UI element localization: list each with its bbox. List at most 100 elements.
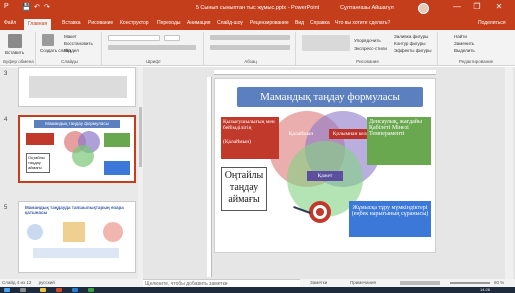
clipboard-group: Вставить Буфер обмена [2,32,36,65]
quick-styles-button[interactable]: Экспресс-стили [354,46,387,51]
font-group: Шрифт [104,32,204,65]
job-market-box[interactable]: Жұмысқа тұру мүмкіндіктері (еңбек нарығы… [349,201,431,237]
shape-outline-button[interactable]: Контур фигуры [394,41,425,46]
zoom-level[interactable]: 60 % [494,280,504,285]
editing-group: Найти Заменить Выделить Редактирование [440,32,512,65]
thumb-box [26,133,54,145]
slide-counter: Слайд 4 из 12 [2,280,32,285]
avatar[interactable] [418,3,429,14]
start-icon[interactable] [4,288,10,292]
user-name[interactable]: Сұлтанғазы Айшагүл [340,5,394,11]
thumb-number: 5 [4,205,8,211]
slide-thumbnail-4[interactable]: Мамандық таңдау формуласы Оңтайлы таңдау… [18,115,136,183]
thumb-number: 3 [4,71,8,77]
view-buttons[interactable] [400,281,440,285]
vertical-ruler [207,77,212,277]
tab-transitions[interactable]: Переходы [157,20,180,26]
thumb-title: Мамандық таңдау формуласы [34,120,120,128]
chrome-icon[interactable] [88,288,94,292]
tab-home[interactable]: Главная [24,19,52,30]
thumb-image [63,222,85,242]
replace-button[interactable]: Заменить [454,41,474,46]
tab-file[interactable]: Файл [4,20,16,26]
layout-button[interactable]: Макет [64,34,77,39]
word-icon[interactable] [72,288,78,292]
close-button[interactable]: ✕ [492,2,506,11]
restore-button[interactable]: ❐ [470,2,484,11]
slide-thumbnails-pane: 3 4 Мамандық таңдау формуласы Оңтайлы та… [0,67,140,279]
powerpoint-icon[interactable] [56,288,62,292]
interest-sub: (Қалаймын) [223,139,252,145]
tab-slideshow[interactable]: Слайд-шоу [217,20,243,26]
font-name-select[interactable] [108,35,160,41]
editing-label: Редактирование [458,59,494,64]
label-want: Қалаймын [288,131,314,137]
notes-toggle-button[interactable]: Заметки [310,280,327,285]
paragraph-group: Абзац [206,32,296,65]
slide-thumbnail-3[interactable] [18,67,136,107]
paste-icon[interactable] [8,34,22,48]
thumb-image [27,224,43,240]
title-bar: P 💾 ↶ ↷ 5 Сынып сыныптан тыс жұмыс.pptx … [0,0,515,18]
status-bar-right: Заметки Примечания 60 % [300,279,515,287]
drawing-group: Упорядочить Экспресс-стили Заливка фигур… [298,32,438,65]
tab-animations[interactable]: Анимация [187,20,210,26]
slide-thumbnail-5[interactable]: Мамандық таңдауда тапшылықтарың өзара қа… [18,201,136,273]
list-buttons[interactable] [210,35,290,40]
thumb-number: 4 [4,117,8,123]
slides-group: Создать слайд Макет Восстановить Раздел … [38,32,102,65]
new-slide-icon[interactable] [42,34,54,46]
tab-design[interactable]: Конструктор [120,20,149,26]
shape-fill-button[interactable]: Заливка фигуры [394,34,428,39]
select-button[interactable]: Выделить [454,48,475,53]
reset-button[interactable]: Восстановить [64,41,93,46]
tab-help[interactable]: Справка [310,20,330,26]
section-button[interactable]: Раздел [64,48,79,53]
share-button[interactable]: Поделиться [478,20,506,26]
search-icon[interactable] [20,288,26,292]
interest-box[interactable]: Қызығушылығың мен бейімділігің (Қалаймын… [221,117,279,159]
horizontal-ruler [214,70,436,75]
thumb-circle [72,145,94,167]
font-size-select[interactable] [164,35,180,41]
status-bar: Слайд 4 из 12 русский [0,279,143,287]
taskbar: 14:26 [0,287,515,293]
align-buttons[interactable] [210,45,290,50]
clipboard-label: Буфер обмена [3,59,34,64]
drawing-label: Рисование [356,59,379,64]
thumb-content [29,76,127,98]
minimize-button[interactable]: — [450,2,464,11]
tab-draw[interactable]: Рисование [88,20,113,26]
language-indicator[interactable]: русский [39,280,55,285]
paragraph-label: Абзац [244,59,257,64]
shapes-gallery[interactable] [302,35,350,51]
optimal-zone-box[interactable]: Оңтайлы таңдау аймағы [221,167,267,211]
tab-review[interactable]: Рецензирование [250,20,289,26]
window-title: 5 Сынып сыныптан тыс жұмыс.pptx - PowerP… [195,5,320,11]
thumb-image [103,222,123,242]
thumb-optimal: Оңтайлы таңдау аймағы [26,153,50,173]
scrollbar-thumb[interactable] [139,107,142,167]
shape-effects-button[interactable]: Эффекты фигуры [394,48,432,53]
comments-button[interactable]: Примечания [350,280,376,285]
interest-text: Қызығушылығың мен бейімділігің [223,119,275,131]
ribbon-tabs: Файл Главная Вставка Рисование Конструкт… [0,18,515,30]
thumb-content [33,248,119,258]
zoom-slider[interactable] [450,282,490,284]
tell-me-search[interactable]: Что вы хотите сделать? [335,20,390,26]
paste-button[interactable]: Вставить [5,50,24,55]
current-slide[interactable]: Мамандық таңдау формуласы Қызығушылығың … [214,78,436,253]
thumb-box [104,161,130,175]
explorer-icon[interactable] [40,288,46,292]
slides-label: Слайды [61,59,78,64]
tab-view[interactable]: Вид [295,20,304,26]
editor-scrollbar[interactable] [505,67,513,279]
clock[interactable]: 14:26 [480,287,490,292]
tab-insert[interactable]: Вставка [62,20,81,26]
find-button[interactable]: Найти [454,34,467,39]
font-format-buttons[interactable] [108,45,196,50]
thumb-title: Мамандық таңдауда тапшылықтарың өзара қа… [25,205,124,215]
health-box[interactable]: Денсаулық, жағдайы Қабілеті Мінезі Темпе… [367,117,431,165]
arrange-button[interactable]: Упорядочить [354,38,381,43]
font-label: Шрифт [146,59,161,64]
